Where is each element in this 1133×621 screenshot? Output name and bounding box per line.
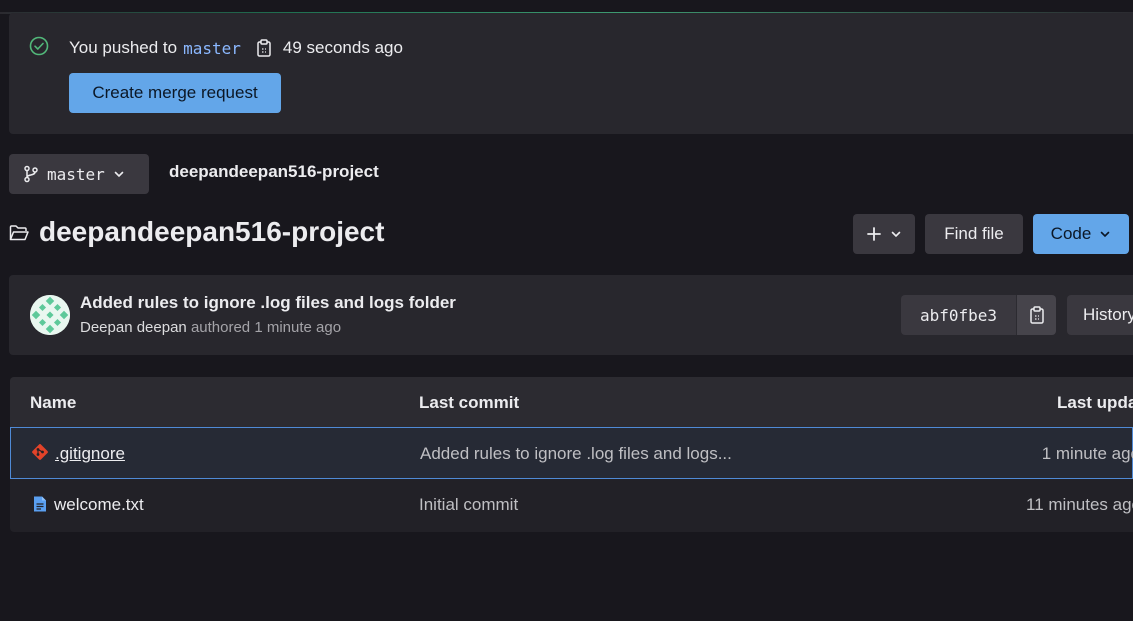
table-header: Name Last commit Last update bbox=[10, 377, 1133, 427]
commit-sha-group: abf0fbe3 bbox=[901, 295, 1056, 335]
page-title: deepandeepan516-project bbox=[39, 216, 385, 247]
copy-sha-icon[interactable] bbox=[1016, 295, 1056, 335]
file-last-commit[interactable]: Added rules to ignore .log files and log… bbox=[420, 444, 732, 464]
column-header-last-commit: Last commit bbox=[419, 393, 520, 412]
repository-page: You pushed to master 49 seconds ago Crea… bbox=[0, 0, 1133, 621]
commit-title[interactable]: Added rules to ignore .log files and log… bbox=[80, 293, 456, 313]
git-icon bbox=[32, 444, 48, 460]
table-row[interactable]: welcome.txt Initial commit 11 minutes ag… bbox=[10, 479, 1133, 531]
file-name[interactable]: .gitignore bbox=[55, 444, 125, 464]
code-dropdown-button[interactable]: Code bbox=[1033, 214, 1129, 254]
history-button[interactable]: History bbox=[1067, 295, 1133, 335]
code-label: Code bbox=[1050, 224, 1092, 243]
copy-branch-icon[interactable] bbox=[253, 37, 275, 59]
column-header-last-update: Last update bbox=[1057, 393, 1133, 412]
branch-name: master bbox=[47, 164, 105, 184]
file-table: Name Last commit Last update .gitignore … bbox=[10, 377, 1133, 532]
commit-authored-time: authored 1 minute ago bbox=[190, 319, 342, 336]
find-file-button[interactable]: Find file bbox=[925, 214, 1023, 254]
commit-meta: Deepan deepan authored 1 minute ago bbox=[80, 319, 341, 336]
last-commit-panel: Added rules to ignore .log files and log… bbox=[9, 275, 1133, 355]
branch-link[interactable]: master bbox=[183, 39, 241, 58]
create-merge-request-button[interactable]: Create merge request bbox=[69, 73, 281, 113]
file-last-update: 1 minute ago bbox=[1041, 444, 1133, 463]
chevron-down-icon bbox=[114, 171, 124, 178]
branch-dropdown[interactable]: master bbox=[9, 154, 149, 194]
push-alert: You pushed to master 49 seconds ago Crea… bbox=[9, 13, 1133, 134]
push-message: You pushed to master 49 seconds ago bbox=[69, 37, 403, 59]
check-circle-icon bbox=[29, 36, 49, 56]
push-time: 49 seconds ago bbox=[282, 38, 403, 57]
plus-icon bbox=[867, 227, 881, 241]
file-last-commit[interactable]: Initial commit bbox=[419, 495, 518, 515]
commit-sha[interactable]: abf0fbe3 bbox=[901, 295, 1016, 335]
breadcrumb-project[interactable]: deepandeepan516-project bbox=[169, 162, 379, 182]
push-text: You pushed to bbox=[69, 38, 178, 57]
branch-icon bbox=[24, 165, 38, 183]
folder-open-icon bbox=[9, 225, 29, 241]
chevron-down-icon bbox=[1101, 231, 1110, 238]
file-text-icon bbox=[34, 496, 46, 512]
column-header-name: Name bbox=[30, 393, 77, 412]
table-row[interactable]: .gitignore Added rules to ignore .log fi… bbox=[10, 427, 1133, 479]
file-name[interactable]: welcome.txt bbox=[54, 495, 144, 515]
commit-author[interactable]: Deepan deepan bbox=[80, 319, 187, 336]
add-dropdown-button[interactable] bbox=[853, 214, 915, 254]
chevron-down-icon bbox=[891, 231, 901, 238]
file-last-update: 11 minutes ago bbox=[1026, 495, 1133, 514]
avatar[interactable] bbox=[30, 295, 70, 335]
